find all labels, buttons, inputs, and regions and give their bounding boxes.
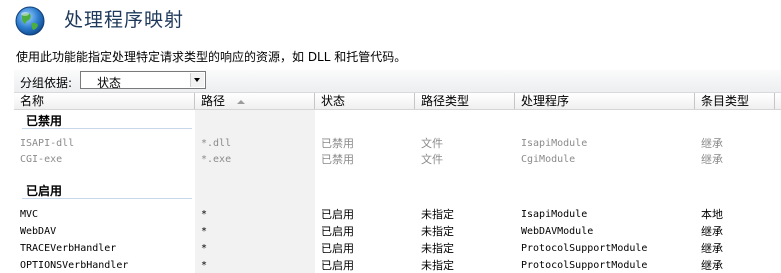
cell-state: 已禁用 bbox=[321, 153, 354, 166]
group-by-toolbar: 分组依据: 状态 bbox=[14, 70, 781, 93]
cell-state: 已启用 bbox=[321, 208, 354, 221]
cell-path: *.exe bbox=[201, 154, 232, 165]
table-row[interactable]: OPTIONSVerbHandler * 已启用 未指定 ProtocolSup… bbox=[14, 258, 781, 273]
column-header-label: 处理程序 bbox=[521, 94, 570, 108]
page-header: 处理程序映射 bbox=[0, 0, 781, 40]
cell-state: 已启用 bbox=[321, 259, 354, 272]
table-row[interactable]: CGI-exe *.exe 已禁用 文件 CgiModule 继承 bbox=[14, 152, 781, 168]
cell-path-type: 未指定 bbox=[421, 225, 454, 238]
group-header-enabled[interactable]: 已启用 bbox=[26, 182, 62, 199]
cell-handler: IsapiModule bbox=[521, 209, 588, 220]
sort-ascending-icon bbox=[237, 99, 246, 104]
cell-entry-type: 继承 bbox=[701, 225, 723, 238]
cell-entry-type: 继承 bbox=[701, 259, 723, 272]
globe-icon bbox=[15, 6, 45, 36]
column-header-label: 条目类型 bbox=[701, 94, 750, 108]
cell-name: CGI-exe bbox=[20, 154, 63, 165]
column-header-state[interactable]: 状态 bbox=[315, 93, 415, 109]
cell-path-type: 未指定 bbox=[421, 259, 454, 272]
cell-state: 已启用 bbox=[321, 225, 354, 238]
cell-name: ISAPI-dll bbox=[20, 138, 75, 149]
cell-path: * bbox=[201, 226, 208, 237]
column-header-path[interactable]: 路径 bbox=[195, 93, 315, 109]
cell-path-type: 文件 bbox=[421, 153, 443, 166]
cell-path: * bbox=[201, 243, 208, 254]
handler-mappings-list[interactable]: 名称 路径 状态 路径类型 处理程序 条目类型 已禁用 ISAPI-dll *.… bbox=[14, 93, 781, 273]
cell-name: TRACEVerbHandler bbox=[20, 243, 117, 254]
column-header-label: 名称 bbox=[20, 94, 45, 108]
cell-name: WebDAV bbox=[20, 226, 57, 237]
chevron-down-icon[interactable] bbox=[190, 73, 204, 87]
cell-name: OPTIONSVerbHandler bbox=[20, 260, 129, 271]
cell-name: MVC bbox=[20, 209, 39, 220]
group-by-value: 状态 bbox=[97, 76, 122, 90]
column-header-handler[interactable]: 处理程序 bbox=[515, 93, 695, 109]
table-row[interactable]: WebDAV * 已启用 未指定 WebDAVModule 继承 bbox=[14, 224, 781, 240]
table-row[interactable]: ISAPI-dll *.dll 已禁用 文件 IsapiModule 继承 bbox=[14, 136, 781, 152]
cell-path-type: 未指定 bbox=[421, 208, 454, 221]
cell-handler: ProtocolSupportModule bbox=[521, 243, 648, 254]
cell-path: * bbox=[201, 209, 208, 220]
group-divider bbox=[22, 198, 192, 199]
column-header-label: 路径类型 bbox=[421, 94, 470, 108]
column-header-label: 路径 bbox=[201, 94, 226, 108]
group-by-select[interactable]: 状态 bbox=[80, 71, 206, 90]
cell-entry-type: 继承 bbox=[701, 153, 723, 166]
column-header-name[interactable]: 名称 bbox=[14, 93, 195, 109]
cell-path-type: 文件 bbox=[421, 137, 443, 150]
column-header-entry-type[interactable]: 条目类型 bbox=[695, 93, 775, 109]
group-divider bbox=[22, 128, 192, 129]
cell-entry-type: 本地 bbox=[701, 208, 723, 221]
column-header: 名称 路径 状态 路径类型 处理程序 条目类型 bbox=[14, 93, 781, 110]
cell-path: *.dll bbox=[201, 138, 232, 149]
cell-handler: CgiModule bbox=[521, 154, 576, 165]
cell-path-type: 未指定 bbox=[421, 242, 454, 255]
table-row[interactable]: TRACEVerbHandler * 已启用 未指定 ProtocolSuppo… bbox=[14, 241, 781, 257]
cell-handler: ProtocolSupportModule bbox=[521, 260, 648, 271]
cell-handler: WebDAVModule bbox=[521, 226, 594, 237]
cell-entry-type: 继承 bbox=[701, 137, 723, 150]
page-description: 使用此功能能指定处理特定请求类型的响应的资源，如 DLL 和托管代码。 bbox=[16, 50, 407, 64]
cell-state: 已禁用 bbox=[321, 137, 354, 150]
group-header-disabled[interactable]: 已禁用 bbox=[26, 112, 62, 129]
column-header-label: 状态 bbox=[321, 94, 346, 108]
table-row[interactable]: MVC * 已启用 未指定 IsapiModule 本地 bbox=[14, 207, 781, 223]
cell-state: 已启用 bbox=[321, 242, 354, 255]
column-header-path-type[interactable]: 路径类型 bbox=[415, 93, 515, 109]
page-title: 处理程序映射 bbox=[64, 9, 185, 31]
cell-handler: IsapiModule bbox=[521, 138, 588, 149]
cell-path: * bbox=[201, 260, 208, 271]
cell-entry-type: 继承 bbox=[701, 242, 723, 255]
group-by-label: 分组依据: bbox=[20, 76, 73, 90]
